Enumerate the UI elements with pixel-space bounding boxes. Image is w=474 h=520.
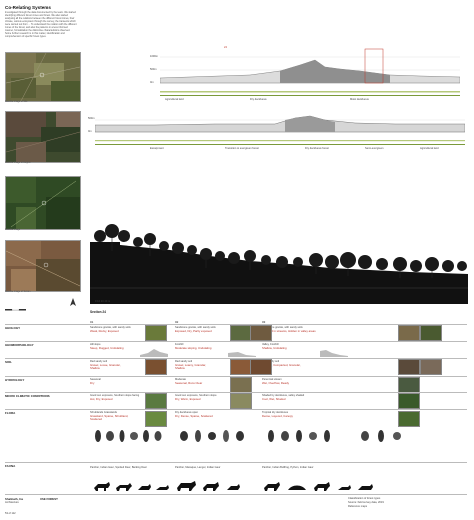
annotation: Agricultural land [420,147,439,150]
satellite-photo-1 [5,52,81,102]
soil-photo [398,359,420,375]
row-divider [5,494,467,495]
photo-caption: Satellite Image of Region [5,162,31,164]
geology-photo [250,325,272,341]
leaf-illustrations-col3 [265,428,415,449]
intro-text: Investigated through the data documented… [5,11,77,38]
cell-red: Dry, Warm, Exposed [175,397,201,401]
photo-caption: Satellite Image of Site [5,101,28,103]
annotation: Transition to evergreen forest [225,147,259,150]
scale-label: 0 10 20 40 m [95,300,111,303]
forest-section-illustration [90,224,468,304]
elevation-profile-chart-1 [159,48,461,96]
satellite-photo-3-image [6,177,80,229]
terrain-profile-icon [320,344,348,362]
cell-red: Seasonal, Runs Clear [175,381,203,385]
north-arrow-icon [70,293,76,311]
cell-note: Panther, Macaque, Langur, Indian Gaur [175,466,221,469]
flora-photo [398,411,420,427]
row-label-soil: SOIL [5,360,13,364]
cell-red: Hot, Dry, Exposed [90,397,113,401]
soil-photo [230,359,252,375]
row-divider [5,462,467,463]
satellite-photo-4-image [6,241,80,291]
cell-red: Gravel, Loamy, Granular, Shallow [175,363,207,371]
cell-red: Shallow, Undulating [262,346,287,350]
cell-red: Exposed, Dry, Partly exposed [175,329,212,333]
soil-photo [420,359,442,375]
row-label-flora: FLORA [5,411,16,415]
y-axis-label: 1000m [150,55,158,58]
soil-photo [145,359,167,375]
geology-photo [230,325,252,341]
elevation-profile-chart-2 [94,115,466,145]
geology-photo [145,325,167,341]
footer-mid-title: USE FOREST [40,497,58,501]
footer-right-line: Reference maps [348,505,368,508]
cell-red: Gravel, Loose, Granular, Shallow [90,363,121,371]
legend-text: Dry deciduous [250,98,267,101]
row-label-hydrology: HYDROLOGY [5,378,25,382]
section-1-profile [159,45,461,110]
cell-red: Wet, Overflow, Ready [262,381,289,385]
satellite-photo-3 [5,176,81,230]
satellite-photo-2 [5,111,81,163]
row-divider [5,341,467,342]
row-label-geomorphology: GEOMORPHOLOGY [5,343,34,347]
row-label-geology: GEOLOGY [5,326,21,330]
footer-right-line: Classification of forest types [348,497,381,500]
y-axis-label: 500m [88,117,95,120]
flora-photo [145,411,167,427]
cell-red: Dry, Dense, Sparse, Scattered [175,414,213,418]
photo-caption: Satellite Image [5,229,21,231]
row-label-fauna: FAUNA [5,464,16,468]
annotation: Semi-evergreen [365,147,384,150]
satellite-photo-4 [5,240,81,292]
cell-note: Panther, Indian Gaur, Spotted Deer, Bark… [90,466,147,469]
legend-text: Moist deciduous [350,98,369,101]
leaf-illustrations-col2 [178,428,258,449]
cell-red: Cool, Wet, Shaded [262,397,286,401]
page-number: 53 of 112 [5,512,16,515]
geology-photo [398,325,420,341]
geology-photo [420,325,442,341]
cell-red: Steep, Rugged, Undulating [90,346,124,350]
footer-left-sub: Architecture [5,501,19,504]
y-axis-label: 0m [150,81,154,84]
microclimate-photo [145,393,167,409]
cell-red: Dense, Layered, Canopy [262,414,293,418]
y-axis-label: 500m [150,68,157,71]
soil-photo [250,359,272,375]
section-title: Section 24 [90,310,106,314]
leaf-illustrations-col1 [92,428,172,449]
cell-red: Moderate sloping, Undulating [175,346,212,350]
microclimate-photo [398,393,420,409]
legend-text: Agricultural land [165,98,184,101]
page-title: Co-Relating Systems [5,5,51,10]
microclimate-photo [230,393,252,409]
footer-right-line: Source: field survey data, 2019 [348,501,384,504]
photo-scale-bar [5,298,35,311]
annotation: Escarpment [150,147,164,150]
row-label-micro-climatic: MICRO CLIMATIC CONDITIONS [5,394,50,398]
row-divider [5,409,467,410]
landscape-section [90,176,468,309]
cell-red: Weak, Rocky, Exposed [90,329,119,333]
hydrology-photo [398,377,420,393]
cell-red: Grassland, Sparse, Shrubland, Scattered [90,414,129,422]
satellite-photo-2-image [6,112,80,162]
section-2-profile [94,112,466,157]
photo-caption: Satellite Image of Terrain [5,291,31,293]
satellite-photo-1-image [6,53,80,101]
section-marker: 24 [224,46,227,49]
cell-red: Dry [90,381,95,385]
y-axis-label: 0m [88,130,92,133]
hydrology-photo [230,377,252,393]
annotation: Dry deciduous forest [305,147,329,150]
cell-note: Panther, Indian Bullfrog, Python, Indian… [262,466,314,469]
